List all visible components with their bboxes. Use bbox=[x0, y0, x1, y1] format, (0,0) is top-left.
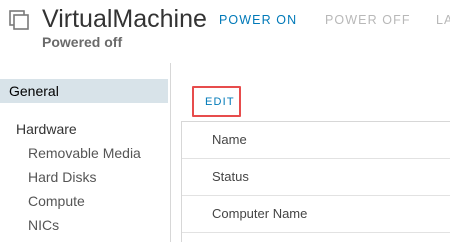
general-properties-table: Name Status Computer Name bbox=[181, 121, 450, 242]
sidebar-item-removable-media[interactable]: Removable Media bbox=[28, 145, 141, 161]
sidebar-group-hardware: Hardware bbox=[16, 121, 77, 137]
row-label-name: Name bbox=[212, 132, 247, 147]
table-row: Status bbox=[182, 159, 450, 196]
power-off-button[interactable]: POWER OFF bbox=[325, 13, 411, 27]
sidebar-item-hard-disks[interactable]: Hard Disks bbox=[28, 169, 96, 185]
edit-button[interactable]: EDIT bbox=[205, 96, 235, 108]
vm-icon bbox=[9, 10, 29, 30]
row-label-status: Status bbox=[212, 169, 249, 184]
row-label-computer-name: Computer Name bbox=[212, 206, 308, 221]
table-row: Name bbox=[182, 122, 450, 159]
table-row: Computer Name bbox=[182, 196, 450, 233]
sidebar-item-compute[interactable]: Compute bbox=[28, 193, 85, 209]
launch-console-button[interactable]: LA bbox=[436, 13, 450, 27]
power-status: Powered off bbox=[42, 34, 123, 50]
sidebar-divider bbox=[170, 63, 171, 242]
vm-details-page: VirtualMachine Powered off POWER ON POWE… bbox=[0, 0, 450, 242]
page-title: VirtualMachine bbox=[42, 5, 207, 33]
sidebar-item-nics[interactable]: NICs bbox=[28, 217, 59, 233]
power-on-button[interactable]: POWER ON bbox=[219, 13, 297, 27]
sidebar-item-general[interactable]: General bbox=[0, 79, 168, 103]
